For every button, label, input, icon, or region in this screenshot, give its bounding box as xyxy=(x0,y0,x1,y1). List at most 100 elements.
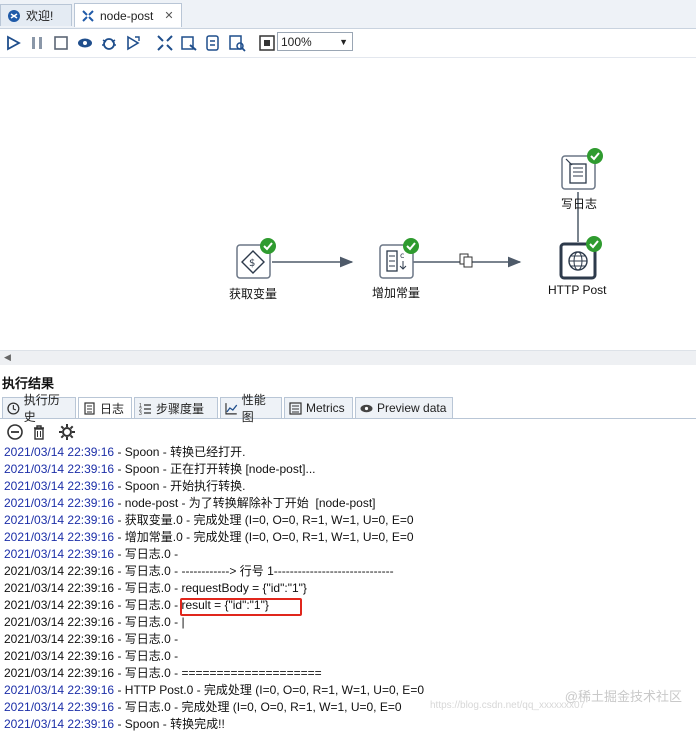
log-line: 2021/03/14 22:39:16 - 写日志.0 - xyxy=(4,631,694,648)
tab-welcome[interactable]: 欢迎! xyxy=(0,4,72,26)
transformation-canvas[interactable]: $ c 获取变量 增加常量 HTTP Post 写日志 xyxy=(0,58,696,350)
trash-icon[interactable] xyxy=(30,423,48,441)
impact-icon[interactable] xyxy=(178,32,200,54)
tab-label: 日志 xyxy=(100,401,125,416)
log-message: - 写日志.0 - ------------> 行号 1------------… xyxy=(114,564,394,578)
replay-icon[interactable] xyxy=(122,32,144,54)
log-timestamp: 2021/03/14 22:39:16 xyxy=(4,496,115,510)
preview-icon[interactable] xyxy=(74,32,96,54)
zoom-select[interactable]: 100% ▼ xyxy=(277,32,353,51)
log-line: 2021/03/14 22:39:16 - 写日志.0 - requestBod… xyxy=(4,580,694,597)
tab-node-post[interactable]: node-post ✕ xyxy=(74,3,182,27)
success-check-icon xyxy=(403,238,419,254)
log-timestamp: 2021/03/14 22:39:16 xyxy=(4,479,115,493)
zoom-value: 100% xyxy=(281,35,312,49)
tab-step-metrics[interactable]: 123 步骤度量 xyxy=(134,397,218,418)
log-timestamp: 2021/03/14 22:39:16 xyxy=(4,598,115,612)
log-timestamp: 2021/03/14 22:39:16 xyxy=(4,649,115,663)
log-line: 2021/03/14 22:39:16 - 写日志.0 - result = {… xyxy=(4,597,694,614)
transformation-icon xyxy=(82,9,94,22)
log-line: 2021/03/14 22:39:16 - Spoon - 转换已经打开. xyxy=(4,444,694,461)
metrics-icon xyxy=(289,401,302,415)
numbered-list-icon: 123 xyxy=(139,403,151,415)
transformation-toolbar: 100% ▼ xyxy=(0,29,696,58)
log-message: - Spoon - 开始执行转换. xyxy=(114,479,246,493)
clear-log-icon[interactable] xyxy=(6,423,24,441)
tab-log[interactable]: 日志 xyxy=(78,397,132,418)
welcome-icon xyxy=(8,9,20,22)
success-check-icon xyxy=(586,236,602,252)
log-message: - 写日志.0 - xyxy=(114,649,179,663)
log-timestamp: 2021/03/14 22:39:16 xyxy=(4,547,115,561)
step-label: 增加常量 xyxy=(372,286,421,300)
log-toolbar xyxy=(0,420,696,444)
run-icon[interactable] xyxy=(2,32,24,54)
stop-icon[interactable] xyxy=(50,32,72,54)
tab-label: Preview data xyxy=(377,401,447,415)
pause-icon[interactable] xyxy=(26,32,48,54)
debug-icon[interactable] xyxy=(98,32,120,54)
log-timestamp: 2021/03/14 22:39:16 xyxy=(4,513,115,527)
preview-icon xyxy=(360,404,373,412)
log-timestamp: 2021/03/14 22:39:16 xyxy=(4,530,115,544)
log-timestamp: 2021/03/14 22:39:16 xyxy=(4,683,115,697)
editor-tab-bar: 欢迎! node-post ✕ xyxy=(0,0,696,29)
log-message: - 增加常量.0 - 完成处理 (I=0, O=0, R=1, W=1, U=0… xyxy=(114,530,414,544)
success-check-icon xyxy=(260,238,276,254)
log-line: 2021/03/14 22:39:16 - 写日志.0 - ----------… xyxy=(4,563,694,580)
copy-rows-icon xyxy=(459,253,473,268)
tab-label: node-post xyxy=(100,8,154,23)
log-timestamp: 2021/03/14 22:39:16 xyxy=(4,581,115,595)
log-timestamp: 2021/03/14 22:39:16 xyxy=(4,564,115,578)
log-message: - HTTP Post.0 - 完成处理 (I=0, O=0, R=1, W=1… xyxy=(114,683,424,697)
step-label: 写日志 xyxy=(561,197,598,211)
log-timestamp: 2021/03/14 22:39:16 xyxy=(4,700,115,714)
log-message: - Spoon - 正在打开转换 [node-post]... xyxy=(114,462,316,476)
results-tabs: 执行历史 日志 123 步骤度量 性能图 Metrics Preview dat… xyxy=(0,393,696,424)
tab-label: 步骤度量 xyxy=(156,401,205,416)
log-timestamp: 2021/03/14 22:39:16 xyxy=(4,666,115,680)
highlight-box xyxy=(180,598,302,616)
svg-text:$: $ xyxy=(249,258,255,269)
tab-preview-data[interactable]: Preview data xyxy=(355,397,453,418)
tab-execution-history[interactable]: 执行历史 xyxy=(2,393,76,424)
log-message: - 写日志.0 - ==================== xyxy=(114,666,322,680)
log-icon xyxy=(84,401,95,415)
tab-metrics[interactable]: Metrics xyxy=(284,397,353,418)
sql-icon[interactable] xyxy=(202,32,224,54)
scroll-left-icon[interactable]: ◀ xyxy=(4,352,11,363)
log-message: - 写日志.0 - requestBody = {"id":"1"} xyxy=(114,581,307,595)
tab-performance-graph[interactable]: 性能图 xyxy=(220,393,282,424)
log-line: 2021/03/14 22:39:16 - Spoon - 开始执行转换. xyxy=(4,478,694,495)
log-line: 2021/03/14 22:39:16 - Spoon - 转换完成!! xyxy=(4,716,694,733)
log-message: - Spoon - 转换已经打开. xyxy=(114,445,246,459)
watermark-url: https://blog.csdn.net/qq_xxxxxxx07 xyxy=(430,700,586,711)
step-label: 获取变量 xyxy=(229,287,278,301)
tab-label: Metrics xyxy=(306,401,345,415)
log-message: - 写日志.0 - xyxy=(114,632,179,646)
log-line: 2021/03/14 22:39:16 - 获取变量.0 - 完成处理 (I=0… xyxy=(4,512,694,529)
log-timestamp: 2021/03/14 22:39:16 xyxy=(4,615,115,629)
tab-label: 欢迎! xyxy=(26,9,54,23)
horizontal-scrollbar[interactable]: ◀ xyxy=(0,350,696,365)
log-timestamp: 2021/03/14 22:39:16 xyxy=(4,445,115,459)
history-icon xyxy=(7,401,20,415)
chevron-down-icon: ▼ xyxy=(339,37,348,47)
log-line: 2021/03/14 22:39:16 - Spoon - 正在打开转换 [no… xyxy=(4,461,694,478)
log-message: - 获取变量.0 - 完成处理 (I=0, O=0, R=1, W=1, U=0… xyxy=(114,513,414,527)
explore-db-icon[interactable] xyxy=(226,32,248,54)
log-message: - node-post - 为了转换解除补丁开始 [node-post] xyxy=(114,496,376,510)
log-message: - Spoon - 转换完成!! xyxy=(114,717,225,731)
close-tab-icon[interactable]: ✕ xyxy=(164,9,173,22)
results-title: 执行结果 xyxy=(2,376,55,391)
verify-icon[interactable] xyxy=(154,32,176,54)
log-line: 2021/03/14 22:39:16 - node-post - 为了转换解除… xyxy=(4,495,694,512)
log-timestamp: 2021/03/14 22:39:16 xyxy=(4,717,115,731)
log-message: - 写日志.0 - 完成处理 (I=0, O=0, R=1, W=1, U=0,… xyxy=(114,700,402,714)
log-line: 2021/03/14 22:39:16 - 写日志.0 - ==========… xyxy=(4,665,694,682)
log-line: 2021/03/14 22:39:16 - 写日志.0 - | xyxy=(4,614,694,631)
log-timestamp: 2021/03/14 22:39:16 xyxy=(4,632,115,646)
log-line: 2021/03/14 22:39:16 - 写日志.0 - xyxy=(4,546,694,563)
layout-icon[interactable] xyxy=(256,32,278,54)
gear-icon[interactable] xyxy=(58,423,76,441)
